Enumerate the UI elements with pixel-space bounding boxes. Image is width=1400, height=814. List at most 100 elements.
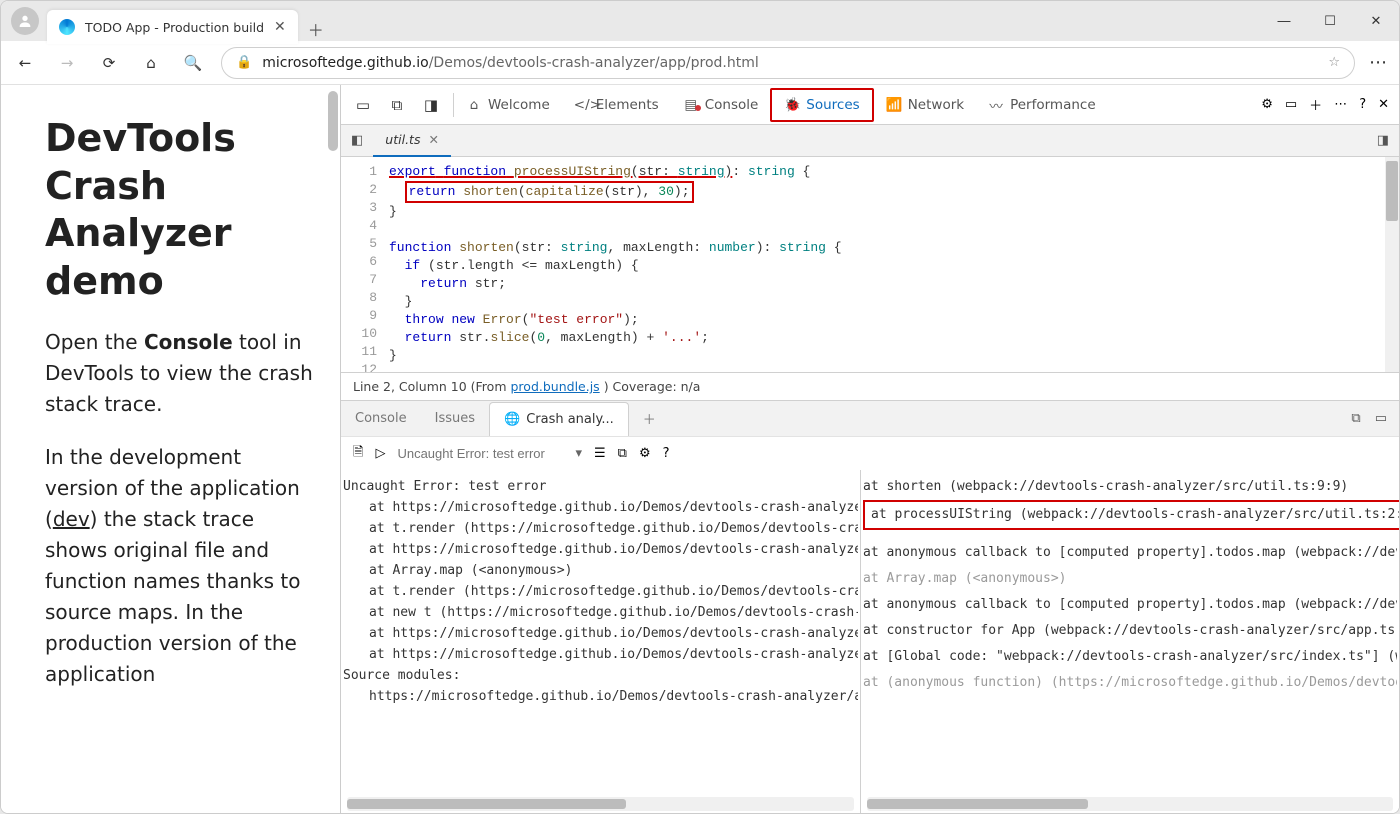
stack-line: at https://microsoftedge.github.io/Demos… <box>343 539 858 560</box>
performance-icon: 〰 <box>988 95 1004 115</box>
drawer-tab-console[interactable]: Console <box>341 401 421 437</box>
file-tab-close-icon[interactable]: ✕ <box>428 132 438 147</box>
stack-line: at shorten (webpack://devtools-crash-ana… <box>863 474 1397 500</box>
favorite-icon[interactable]: ☆ <box>1328 55 1340 70</box>
tab-network[interactable]: 📶Network <box>874 85 976 125</box>
profile-icon[interactable] <box>11 7 39 35</box>
page-scrollbar[interactable] <box>328 91 338 151</box>
code-scroll-track[interactable] <box>1385 157 1399 372</box>
more-tools-button[interactable]: ⋯ <box>1334 97 1347 112</box>
help-icon[interactable]: ? <box>1359 97 1366 112</box>
page-paragraph-2: In the development version of the applic… <box>45 442 314 690</box>
chevron-down-icon[interactable]: ▾ <box>575 446 582 461</box>
tab-sources[interactable]: 🐞Sources <box>770 88 873 122</box>
browser-window: TODO App - Production build ✕ ＋ ― ☐ ✕ ← … <box>0 0 1400 814</box>
tab-elements[interactable]: </>Elements <box>562 85 671 125</box>
drawer-expand-icon[interactable]: ⧉ <box>1351 411 1360 426</box>
back-button[interactable]: ← <box>11 54 39 72</box>
drawer-dock-icon[interactable]: ▭ <box>1375 411 1387 426</box>
drawer-tab-crash-analyzer[interactable]: 🌐Crash analy... <box>489 402 629 437</box>
stack-line: at constructor for App (webpack://devtoo… <box>863 618 1397 644</box>
inspect-icon[interactable]: ▭ <box>349 96 377 114</box>
bug-icon: 🐞 <box>784 97 800 113</box>
drawer-tab-issues[interactable]: Issues <box>421 401 489 437</box>
crash-error-input[interactable] <box>397 444 573 463</box>
debugger-toggle-icon[interactable]: ◨ <box>1367 133 1399 148</box>
code-editor[interactable]: 123456789101112 export function processU… <box>341 157 1399 372</box>
elements-icon: </> <box>574 97 590 113</box>
code-scroll-thumb[interactable] <box>1386 161 1398 221</box>
stack-line-highlighted[interactable]: at processUIString (webpack://devtools-c… <box>863 500 1399 530</box>
tab-title: TODO App - Production build <box>85 20 264 35</box>
browser-menu-button[interactable]: ⋯ <box>1369 52 1389 73</box>
stack-line: at t.render (https://microsoftedge.githu… <box>343 581 858 602</box>
stack-line: at anonymous callback to [computed prope… <box>863 540 1397 566</box>
gear-icon[interactable]: ⚙ <box>639 446 651 461</box>
browser-tab[interactable]: TODO App - Production build ✕ <box>47 10 298 44</box>
stack-line: https://microsoftedge.github.io/Demos/de… <box>343 686 858 707</box>
maximize-button[interactable]: ☐ <box>1307 1 1353 41</box>
stack-line: at https://microsoftedge.github.io/Demos… <box>343 497 858 518</box>
minimize-button[interactable]: ― <box>1261 1 1307 41</box>
close-button[interactable]: ✕ <box>1353 1 1399 41</box>
device-icon[interactable]: ⧉ <box>383 96 411 114</box>
code-body: export function processUIString(str: str… <box>389 157 842 372</box>
help-circle-icon[interactable]: ? <box>663 446 670 461</box>
line-gutter: 123456789101112 <box>341 157 389 372</box>
stack-line: at Array.map (<anonymous>) <box>863 566 1397 592</box>
stack-line: at t.render (https://microsoftedge.githu… <box>343 518 858 539</box>
stack-line: at new t (https://microsoftedge.github.i… <box>343 602 858 623</box>
add-tab-button[interactable]: ＋ <box>1309 95 1322 114</box>
home-icon: ⌂ <box>466 97 482 113</box>
stack-line: at https://microsoftedge.github.io/Demos… <box>343 623 858 644</box>
drawer-add-tab[interactable]: ＋ <box>629 401 670 437</box>
settings-gear-icon[interactable]: ⚙ <box>1261 97 1273 112</box>
devtools-pane: ▭ ⧉ ◨ ⌂Welcome </>Elements ▤Console 🐞Sou… <box>341 85 1399 813</box>
edge-icon <box>59 19 75 35</box>
new-file-icon[interactable]: 🗎 <box>353 443 363 465</box>
page-paragraph-1: Open the Console tool in DevTools to vie… <box>45 327 314 420</box>
stack-line: at (anonymous function) (https://microso… <box>863 670 1397 696</box>
drawer-body: Uncaught Error: test errorat https://mic… <box>341 470 1399 813</box>
addressbar[interactable]: 🔒 microsoftedge.github.io/Demos/devtools… <box>221 47 1355 79</box>
filter-icon[interactable]: ☰ <box>594 446 606 461</box>
devtools-toolbar: ▭ ⧉ ◨ ⌂Welcome </>Elements ▤Console 🐞Sou… <box>341 85 1399 125</box>
file-tab-util[interactable]: util.ts ✕ <box>373 125 451 157</box>
devtools-close-icon[interactable]: ✕ <box>1378 97 1389 112</box>
addressbar-row: ← → ⟳ ⌂ 🔍 🔒 microsoftedge.github.io/Demo… <box>1 41 1399 85</box>
network-icon: 📶 <box>886 97 902 113</box>
dock-icon[interactable]: ◨ <box>417 96 445 114</box>
stack-line: at anonymous callback to [computed prope… <box>863 592 1397 618</box>
tab-strip: TODO App - Production build ✕ ＋ <box>47 1 324 41</box>
refresh-button[interactable]: ⟳ <box>95 54 123 72</box>
tab-close-icon[interactable]: ✕ <box>274 19 286 35</box>
status-sourcemap-link[interactable]: prod.bundle.js <box>511 379 600 394</box>
stack-line: at [Global code: "webpack://devtools-cra… <box>863 644 1397 670</box>
overflow-panel-icon[interactable]: ▭ <box>1285 97 1297 112</box>
stack-line: Uncaught Error: test error <box>343 476 858 497</box>
new-tab-button[interactable]: ＋ <box>308 17 324 41</box>
tab-performance[interactable]: 〰Performance <box>976 85 1108 125</box>
window-controls: ― ☐ ✕ <box>1261 1 1399 41</box>
right-hscroll[interactable] <box>867 797 1393 811</box>
search-button[interactable]: 🔍 <box>179 54 207 72</box>
titlebar: TODO App - Production build ✕ ＋ ― ☐ ✕ <box>1 1 1399 41</box>
stack-line: Source modules: <box>343 665 858 686</box>
drawer-left-pane: Uncaught Error: test errorat https://mic… <box>341 470 861 813</box>
dev-link[interactable]: dev <box>53 507 90 531</box>
stack-line: at https://microsoftedge.github.io/Demos… <box>343 644 858 665</box>
drawer-tabs: Console Issues 🌐Crash analy... ＋ ⧉ ▭ <box>341 400 1399 436</box>
left-hscroll[interactable] <box>347 797 854 811</box>
tab-console[interactable]: ▤Console <box>671 85 771 125</box>
lock-icon: 🔒 <box>236 55 252 70</box>
tab-welcome[interactable]: ⌂Welcome <box>454 85 562 125</box>
file-tab-bar: ◧ util.ts ✕ ◨ <box>341 125 1399 157</box>
console-icon: ▤ <box>683 97 699 113</box>
page-pane: DevTools Crash Analyzer demo Open the Co… <box>1 85 341 813</box>
home-button[interactable]: ⌂ <box>137 54 165 72</box>
run-icon[interactable]: ▷ <box>375 446 385 461</box>
url-text: microsoftedge.github.io/Demos/devtools-c… <box>262 55 1318 71</box>
copy-icon[interactable]: ⧉ <box>618 446 627 461</box>
navigator-toggle-icon[interactable]: ◧ <box>341 133 373 148</box>
globe-icon: 🌐 <box>504 412 520 427</box>
